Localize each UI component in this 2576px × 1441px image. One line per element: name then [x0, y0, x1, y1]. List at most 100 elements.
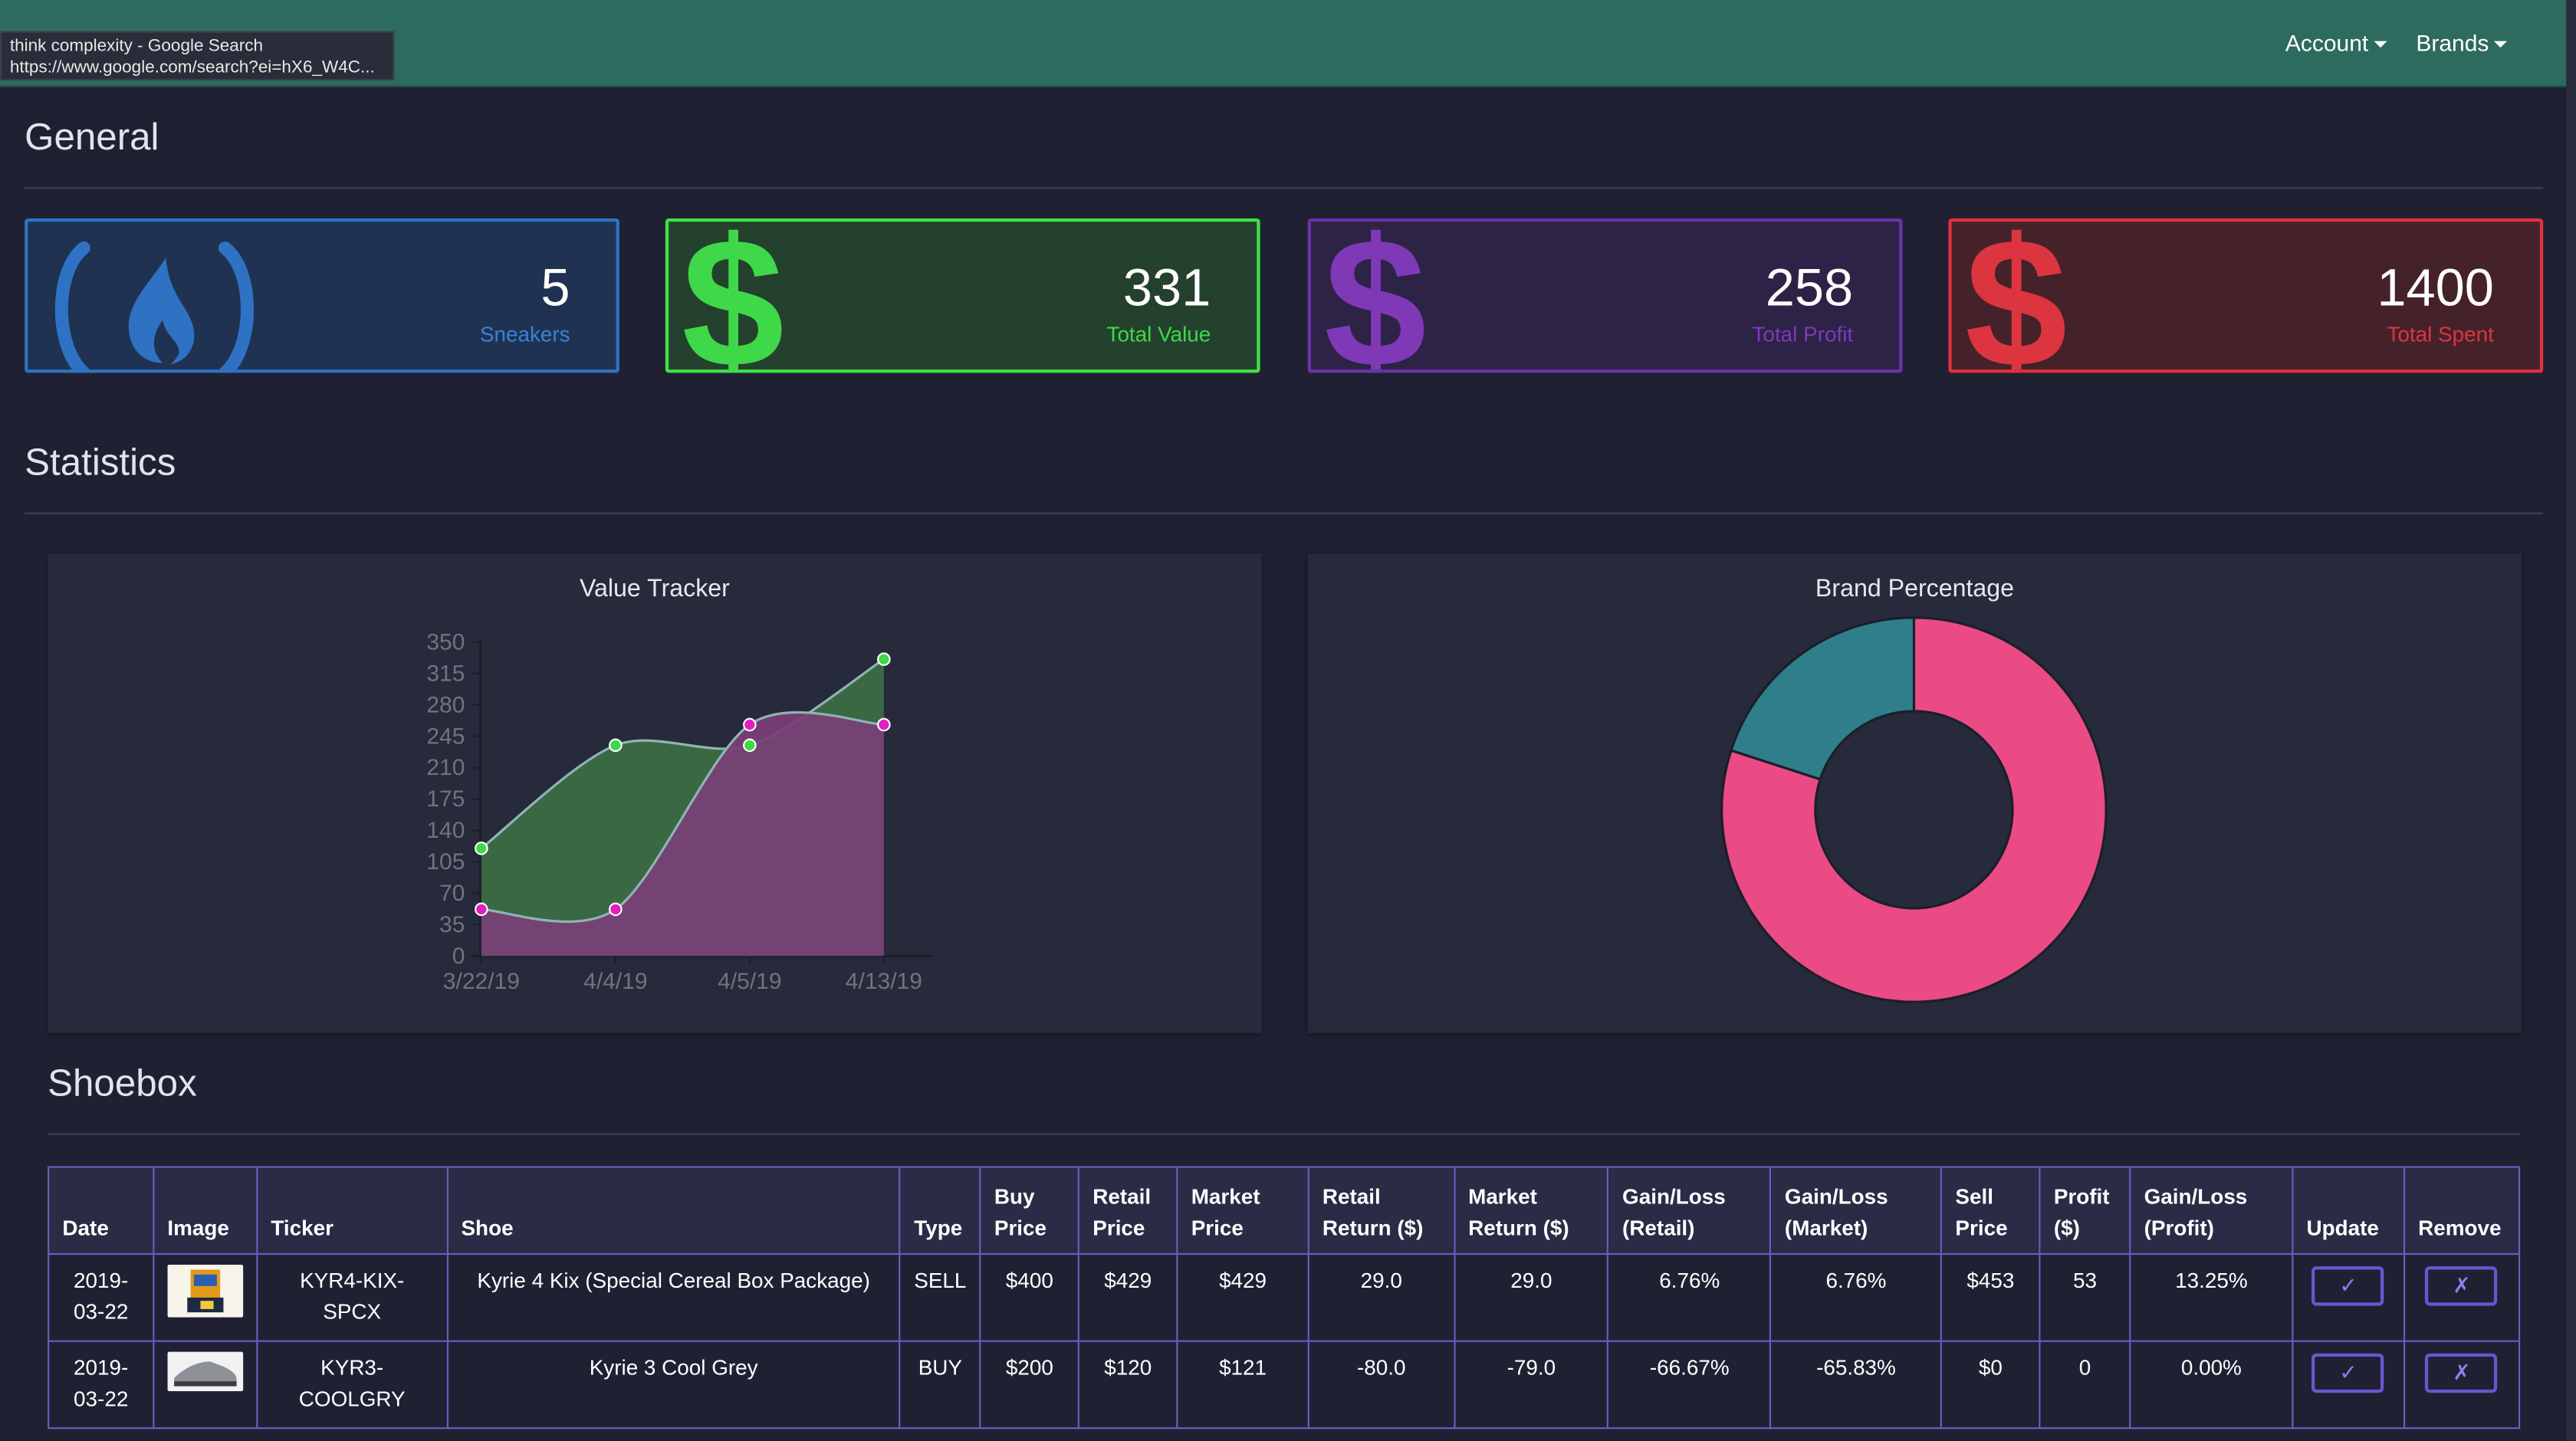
cell-market-price: $429: [1176, 1252, 1309, 1342]
y-tick-label: 280: [426, 692, 465, 717]
column-header[interactable]: Type: [899, 1166, 981, 1256]
y-tick-label: 0: [452, 944, 465, 969]
cell-shoe: Kyrie 3 Cool Grey: [446, 1340, 902, 1430]
cell-shoe: Kyrie 4 Kix (Special Cereal Box Package): [446, 1252, 902, 1342]
cell-ticker: KYR4-KIX-SPCX: [256, 1252, 449, 1342]
update-button[interactable]: ✓: [2312, 1353, 2385, 1393]
data-point[interactable]: [475, 902, 488, 917]
brand-percentage-panel: Brand Percentage: [1307, 553, 2522, 1033]
total-profit-amount: 258: [1765, 258, 1854, 317]
dollar-icon: $: [1964, 218, 2068, 373]
y-tick-label: 70: [439, 881, 465, 906]
dollar-icon: $: [1324, 218, 1427, 373]
y-tick-label: 350: [426, 630, 465, 655]
shoebox-heading: Shoebox: [48, 1061, 197, 1104]
value-tracker-chart: 0 35 70 105 140 175 210 245 280 315 350 3/22/19 4/4/…: [426, 630, 934, 994]
cell-buy-price: $200: [979, 1340, 1080, 1430]
cell-date: 2019-03-22: [48, 1252, 155, 1342]
cell-image: [153, 1340, 258, 1430]
nav-menu: Account Brands: [2285, 30, 2507, 56]
account-dropdown[interactable]: Account: [2285, 30, 2387, 56]
total-spent-amount: 1400: [2377, 258, 2494, 317]
column-header[interactable]: Gain/Loss (Profit): [2129, 1166, 2294, 1256]
y-tick-label: 140: [426, 818, 465, 843]
app-root: think complexity - Google Search https:/…: [0, 0, 2576, 1441]
cell-retail-price: $429: [1077, 1252, 1178, 1342]
cell-type: SELL: [899, 1252, 981, 1342]
y-tick-label: 210: [426, 755, 465, 780]
cell-gain-loss-retail: 6.76%: [1607, 1252, 1772, 1342]
cell-gain-loss-profit: 0.00%: [2129, 1340, 2294, 1430]
data-point[interactable]: [743, 738, 757, 753]
sneakers-count: 5: [540, 258, 570, 317]
cell-profit: 53: [2039, 1252, 2131, 1342]
cell-update: ✓: [2292, 1340, 2405, 1430]
cell-date: 2019-03-22: [48, 1340, 155, 1430]
cell-market-return: 29.0: [1453, 1252, 1609, 1342]
freecodecamp-icon: [54, 241, 254, 370]
brand-percentage-chart: [1720, 616, 2108, 1003]
column-header[interactable]: Profit ($): [2039, 1166, 2131, 1256]
sneaker-thumbnail[interactable]: [167, 1351, 243, 1391]
column-header[interactable]: Shoe: [446, 1166, 902, 1256]
general-heading: General: [25, 115, 159, 158]
x-tick-label: 4/4/19: [583, 969, 647, 994]
data-point[interactable]: [609, 902, 623, 917]
remove-button[interactable]: ✗: [2425, 1266, 2499, 1306]
column-header[interactable]: Gain/Loss (Market): [1769, 1166, 1943, 1256]
column-header[interactable]: Update: [2292, 1166, 2405, 1256]
tooltip-url: https://www.google.com/search?ei=hX6_W4C…: [9, 57, 375, 77]
data-point[interactable]: [609, 738, 623, 753]
cell-image: [153, 1252, 258, 1342]
total-profit-label: Total Profit: [1752, 322, 1854, 347]
general-divider: [25, 187, 2544, 189]
sneakers-card: 5 Sneakers: [25, 218, 619, 373]
column-header[interactable]: Market Return ($): [1453, 1166, 1609, 1256]
remove-button[interactable]: ✗: [2425, 1353, 2499, 1393]
cell-gain-loss-profit: 13.25%: [2129, 1252, 2294, 1342]
cell-type: BUY: [899, 1340, 981, 1430]
tooltip-title: think complexity - Google Search: [9, 36, 264, 56]
total-spent-card: $ 1400 Total Spent: [1948, 218, 2544, 373]
data-point[interactable]: [877, 652, 891, 666]
cell-update: ✓: [2292, 1252, 2405, 1342]
total-value-label: Total Value: [1106, 322, 1211, 347]
column-header[interactable]: Remove: [2403, 1166, 2521, 1256]
shoebox-table: Date Image Ticker Shoe Type Buy Price Re…: [48, 1166, 2521, 1430]
cell-market-price: $121: [1176, 1340, 1309, 1430]
cell-sell-price: $0: [1940, 1340, 2041, 1430]
column-header[interactable]: Market Price: [1176, 1166, 1309, 1256]
column-header[interactable]: Ticker: [256, 1166, 449, 1256]
pie-slice[interactable]: [1729, 616, 1916, 781]
column-header[interactable]: Sell Price: [1940, 1166, 2041, 1256]
cell-ticker: KYR3-COOLGRY: [256, 1340, 449, 1430]
column-header[interactable]: Date: [48, 1166, 155, 1256]
table-header-row: Date Image Ticker Shoe Type Buy Price Re…: [48, 1166, 2521, 1256]
data-point[interactable]: [743, 717, 757, 732]
table-row: 2019-03-22 KYR4-KIX-SPCX Kyrie 4 Kix (Sp…: [48, 1252, 2521, 1342]
column-header[interactable]: Gain/Loss (Retail): [1607, 1166, 1772, 1256]
column-header[interactable]: Retail Price: [1077, 1166, 1178, 1256]
brand-percentage-title: Brand Percentage: [1815, 575, 2015, 603]
cell-remove: ✗: [2403, 1340, 2521, 1430]
cell-market-return: -79.0: [1453, 1340, 1609, 1430]
cell-gain-loss-market: -65.83%: [1769, 1340, 1943, 1430]
column-header[interactable]: Buy Price: [979, 1166, 1080, 1256]
x-tick-label: 4/13/19: [846, 969, 922, 994]
cell-sell-price: $453: [1940, 1252, 2041, 1342]
data-point[interactable]: [877, 717, 891, 732]
cell-retail-return: -80.0: [1307, 1340, 1455, 1430]
column-header[interactable]: Image: [153, 1166, 258, 1256]
page-scrollbar[interactable]: [2566, 0, 2576, 1441]
data-point[interactable]: [475, 842, 488, 855]
x-tick-label: 3/22/19: [443, 969, 520, 994]
statistics-heading: Statistics: [25, 440, 176, 483]
column-header[interactable]: Retail Return ($): [1307, 1166, 1455, 1256]
y-tick-label: 245: [426, 724, 465, 749]
cell-gain-loss-market: 6.76%: [1769, 1252, 1943, 1342]
sneaker-thumbnail[interactable]: [167, 1265, 243, 1318]
update-button[interactable]: ✓: [2312, 1266, 2385, 1306]
brands-dropdown[interactable]: Brands: [2416, 30, 2507, 56]
y-tick-label: 35: [439, 912, 465, 937]
statistics-divider: [25, 512, 2544, 514]
